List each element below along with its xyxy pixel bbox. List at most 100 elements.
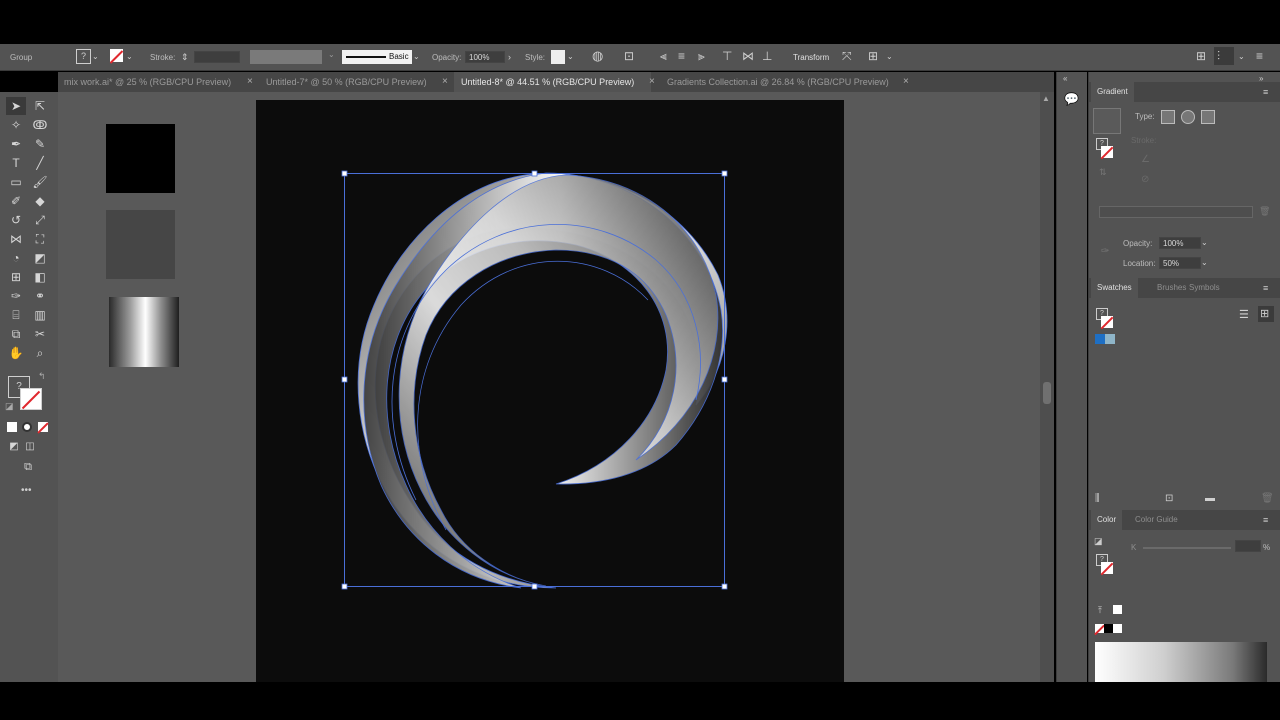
free-transform-tool-icon[interactable]: ⛶ [31,230,49,248]
align-middle-icon[interactable]: ⋈ [742,49,754,63]
rectangle-tool-icon[interactable]: ▭ [7,173,25,191]
width-tool-icon[interactable]: ⋈ [7,230,25,248]
tab-untitled-8[interactable]: Untitled-8* @ 44.51 % (RGB/CPU Preview) [454,72,651,92]
lasso-tool-icon[interactable]: ↂ [31,116,49,134]
swatch-light-blue[interactable] [1105,334,1115,344]
gray-square-swatch[interactable] [106,210,175,279]
fill-swatch[interactable]: ? [76,49,91,64]
tab-swatches[interactable]: Swatches [1091,278,1138,298]
column-graph-tool-icon[interactable]: ▥ [31,306,49,324]
swap-fill-stroke-icon[interactable]: ↰ [38,371,46,382]
chevron-down-icon[interactable]: ⌄ [126,50,133,64]
new-color-group-icon[interactable]: ⊡ [1165,492,1173,506]
reverse-gradient-icon[interactable]: ⇅ [1099,167,1107,181]
black-square-swatch[interactable] [106,124,175,193]
align-to-icon[interactable]: ⊡ [624,49,634,63]
brush-definition[interactable]: Basic [342,50,412,64]
blend-tool-icon[interactable]: ⚭ [31,287,49,305]
tab-gradients-collection[interactable]: Gradients Collection.ai @ 26.84 % (RGB/C… [667,72,903,92]
isolate-icon[interactable]: ⤧ [842,49,852,63]
more-tools-icon[interactable]: ••• [21,485,32,496]
chevron-down-icon[interactable]: ⌄ [886,50,893,64]
screen-mode-icon[interactable]: ⧉ [19,458,37,476]
k-channel-slider[interactable] [1143,547,1231,549]
color-mode-icon[interactable] [7,422,17,432]
workspace-switcher[interactable]: ⫶ [1214,47,1234,65]
tab-mix-work[interactable]: mix work.ai* @ 25 % (RGB/CPU Preview) [64,72,244,92]
gradient-slider[interactable] [1099,206,1253,218]
chevron-right-icon[interactable]: › [508,50,511,64]
vertical-scrollbar[interactable]: ▲ [1040,92,1054,682]
panel-menu-icon[interactable]: ≡ [1263,85,1268,99]
color-spectrum-bar[interactable] [1095,642,1267,682]
eyedropper-icon[interactable]: ✑ [1101,246,1109,257]
swatch-libraries-icon[interactable]: ⫼ [1095,492,1100,506]
zoom-tool-icon[interactable]: ⌕ [31,344,49,362]
type-tool-icon[interactable]: T [7,154,25,172]
direct-selection-tool-icon[interactable]: ⇱ [31,97,49,115]
chevron-down-icon[interactable]: ⌄ [1238,50,1245,64]
perspective-grid-tool-icon[interactable]: ◩ [31,249,49,267]
close-icon[interactable]: × [649,72,655,92]
align-left-icon[interactable]: ⫷ [660,49,667,63]
align-center-icon[interactable]: ≡ [678,49,685,63]
chevron-down-icon[interactable]: ⌄ [1201,256,1208,270]
tab-symbols[interactable]: Symbols [1183,278,1226,298]
stroke-color-box[interactable] [20,388,42,410]
line-tool-icon[interactable]: ╱ [31,154,49,172]
artboard[interactable] [256,100,844,682]
draw-behind-icon[interactable]: ◫ [21,438,39,456]
variable-width-profile[interactable] [250,50,322,64]
none-swatch[interactable] [1095,624,1104,633]
radial-gradient-button[interactable] [1181,110,1195,124]
default-fill-stroke-icon[interactable]: ◪ [5,401,14,412]
linear-gradient-button[interactable] [1161,110,1175,124]
tab-untitled-7[interactable]: Untitled-7* @ 50 % (RGB/CPU Preview) [266,72,441,92]
scrollbar-thumb[interactable] [1043,382,1051,404]
gradient-location-field[interactable]: 50% [1159,257,1201,269]
stroke-weight-field[interactable] [194,51,240,63]
stepper-icon[interactable]: ⇕ [181,50,189,64]
align-right-icon[interactable]: ⫸ [698,49,705,63]
gradient-preview[interactable] [1093,108,1121,134]
gradient-square-swatch[interactable] [109,297,179,367]
chevron-down-icon[interactable]: ⌄ [328,50,336,64]
folder-icon[interactable]: ▬ [1205,492,1215,506]
stroke-indicator[interactable] [1101,562,1113,574]
delete-stop-icon[interactable]: 🗑 [1259,206,1270,217]
graphic-style-swatch[interactable] [551,50,565,64]
shape-builder-tool-icon[interactable]: ◔ [7,249,25,267]
close-icon[interactable]: × [442,72,448,92]
stroke-indicator[interactable] [1101,316,1113,328]
rotate-tool-icon[interactable]: ↺ [7,211,25,229]
k-channel-field[interactable] [1235,540,1261,552]
close-icon[interactable]: × [247,72,253,92]
hand-tool-icon[interactable]: ✋ [7,344,25,362]
stroke-indicator[interactable] [1101,146,1113,158]
scale-tool-icon[interactable]: ⤢ [31,211,49,229]
align-top-icon[interactable]: ⊤ [722,49,732,63]
gradient-tool-icon[interactable]: ◧ [31,268,49,286]
slice-tool-icon[interactable]: ✂ [31,325,49,343]
tab-color-guide[interactable]: Color Guide [1129,510,1184,530]
selection-tool-icon[interactable]: ➤ [7,97,25,115]
scroll-up-icon[interactable]: ▲ [1042,94,1050,103]
swirl-artwork[interactable] [256,100,844,682]
transform-link[interactable]: Transform [793,53,829,62]
panel-menu-icon[interactable]: ≡ [1263,513,1268,527]
chevron-down-icon[interactable]: ⌄ [413,50,420,64]
list-view-icon[interactable]: ☰ [1239,308,1249,322]
panel-menu-icon[interactable]: ≡ [1263,281,1268,295]
gradient-mode-icon[interactable] [22,422,32,432]
out-of-gamut-icon[interactable]: ⤒ [1098,605,1102,616]
stroke-swatch[interactable] [110,49,123,62]
magic-wand-tool-icon[interactable]: ✧ [7,116,25,134]
none-mode-icon[interactable] [38,422,48,432]
mesh-tool-icon[interactable]: ⊞ [7,268,25,286]
tab-color[interactable]: Color [1091,510,1123,530]
comments-icon[interactable]: 💬 [1064,92,1079,106]
last-color-swatch[interactable] [1113,605,1122,614]
close-icon[interactable]: × [903,72,909,92]
eraser-tool-icon[interactable]: ◆ [31,192,49,210]
chevron-down-icon[interactable]: ⌄ [92,50,99,64]
